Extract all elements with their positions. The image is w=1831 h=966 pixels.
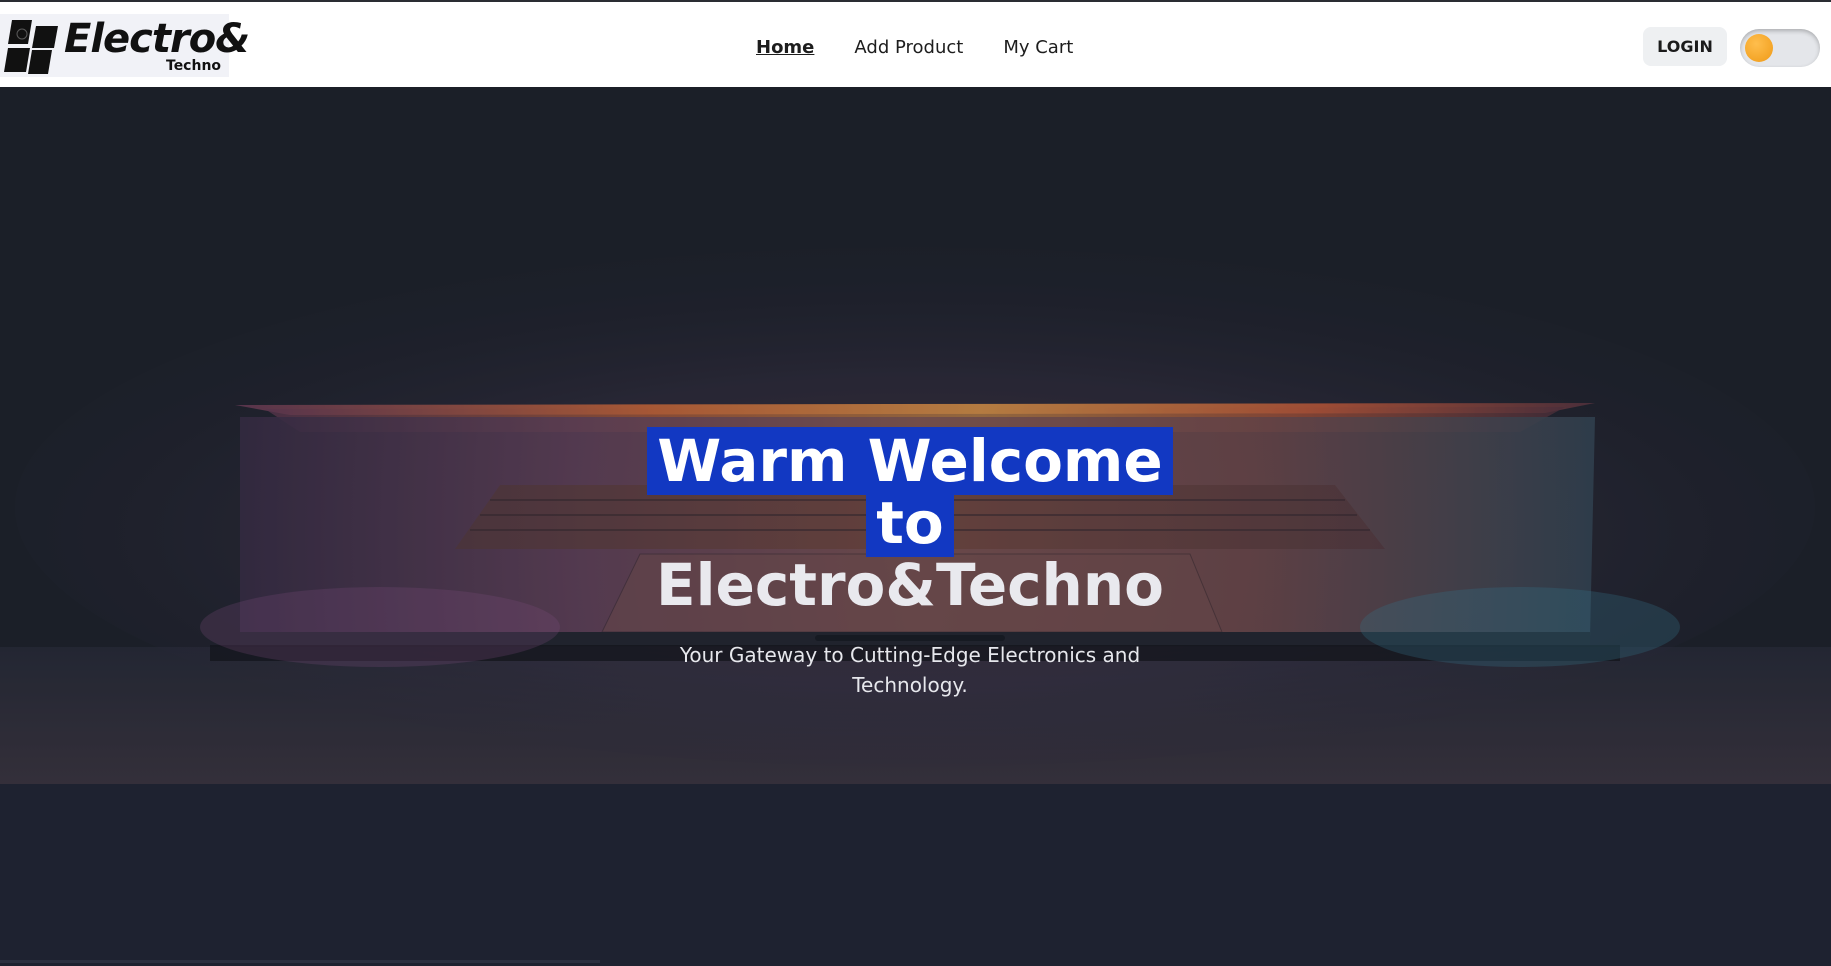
hero-subtitle: Your Gateway to Cutting-Edge Electronics… <box>679 643 1141 697</box>
hero-title-brand: Electro&Techno <box>656 551 1164 619</box>
hero-section: Warm Welcome to Electro&Techno Your Gate… <box>0 87 1831 784</box>
logo-subtitle: Techno <box>166 58 222 74</box>
hero-title-line1: Warm Welcome <box>647 427 1173 495</box>
nav-link-my-cart[interactable]: My Cart <box>1003 37 1073 58</box>
theme-toggle[interactable] <box>1740 29 1820 67</box>
login-button[interactable]: LOGIN <box>1643 27 1727 66</box>
navbar: Electro& Techno Home Add Product My Cart… <box>0 2 1831 87</box>
hero-title: Warm Welcome to Electro&Techno <box>640 427 1180 619</box>
nav-link-home[interactable]: Home <box>756 37 814 58</box>
nav-link-add-product[interactable]: Add Product <box>854 37 963 58</box>
page-below-hero <box>0 784 1831 966</box>
main-nav: Home Add Product My Cart <box>756 32 1073 62</box>
logo-icon <box>4 20 58 74</box>
brand-logo[interactable]: Electro& Techno <box>0 14 250 77</box>
horizontal-scrollbar[interactable] <box>0 960 600 963</box>
logo-name: Electro& <box>64 16 250 62</box>
theme-toggle-icon <box>1745 34 1773 62</box>
hero-title-line2: to <box>866 489 954 557</box>
